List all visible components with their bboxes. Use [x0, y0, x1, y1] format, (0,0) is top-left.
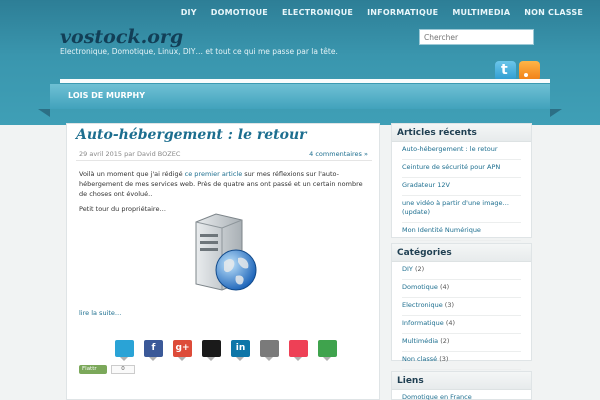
links-title: Liens [392, 372, 531, 390]
pocket-icon[interactable] [289, 340, 308, 361]
read-more-link[interactable]: lire la suite… [79, 309, 121, 317]
linkedin-icon[interactable]: in [231, 340, 250, 361]
category-link[interactable]: Electronique [402, 301, 443, 309]
category-count: (4) [439, 283, 450, 291]
category-link[interactable]: Multimédia [402, 337, 438, 345]
category-link[interactable]: Domotique [402, 283, 438, 291]
post-date-author: 29 avril 2015 par David BOZEC [79, 150, 181, 158]
nav-multimedia[interactable]: MULTIMEDIA [445, 7, 517, 19]
nav-non-classe[interactable]: NON CLASSE [517, 7, 590, 19]
delicious-icon[interactable] [202, 340, 221, 361]
category-count: (4) [445, 319, 456, 327]
recent-post-link[interactable]: Gradateur 12V [402, 178, 521, 196]
nav-electronique[interactable]: ELECTRONIQUE [275, 7, 360, 19]
categories-widget: Catégories DIY (2) Domotique (4) Electro… [391, 243, 532, 370]
recent-post-link[interactable]: Mon Identité Numérique [402, 223, 521, 241]
search-input[interactable] [419, 29, 534, 45]
site-title[interactable]: vostock.org [60, 26, 183, 48]
category-link[interactable]: DIY [402, 265, 413, 273]
category-count: (2) [440, 337, 450, 345]
post-meta: 29 avril 2015 par David BOZEC 4 commenta… [76, 149, 372, 161]
post: Auto-hébergement : le retour 29 avril 20… [66, 123, 380, 400]
nav-diy[interactable]: DIY [174, 7, 204, 19]
category-item[interactable]: Electronique (3) [402, 298, 521, 316]
comments-link[interactable]: 4 commentaires » [309, 150, 368, 158]
nav-divider [60, 79, 550, 83]
category-count: (3) [444, 301, 455, 309]
category-link[interactable]: Non classé [402, 355, 437, 363]
category-item[interactable]: Non classé (3) [402, 352, 521, 370]
category-item[interactable]: Domotique (4) [402, 280, 521, 298]
blogroll-link[interactable]: Domotique en France [402, 390, 521, 400]
share-icon[interactable] [318, 340, 337, 361]
category-item[interactable]: DIY (2) [402, 262, 521, 280]
categories-title: Catégories [392, 244, 531, 262]
post-title[interactable]: Auto-hébergement : le retour [76, 127, 307, 143]
top-nav: DIY DOMOTIQUE ELECTRONIQUE INFORMATIQUE … [174, 7, 590, 19]
category-count: (3) [439, 355, 449, 363]
site-description: Electronique, Domotique, Linux, DIY… et … [60, 47, 338, 56]
category-item[interactable]: Informatique (4) [402, 316, 521, 334]
menu-ribbon-fold-right [550, 109, 562, 117]
recent-post-link[interactable]: Auto-hébergement : le retour [402, 142, 521, 160]
category-link[interactable]: Informatique [402, 319, 444, 327]
post-intro: Voilà un moment que j'ai rédigé ce premi… [79, 169, 369, 199]
flattr-button[interactable]: Flattr [79, 365, 107, 374]
post-tour-text: Petit tour du propriétaire… [79, 205, 166, 213]
email-icon[interactable] [260, 340, 279, 361]
intro-text-before: Voilà un moment que j'ai rédigé [79, 170, 185, 178]
nav-domotique[interactable]: DOMOTIQUE [204, 7, 275, 19]
category-item[interactable]: Multimédia (2) [402, 334, 521, 352]
facebook-icon[interactable]: f [144, 340, 163, 361]
recent-posts-widget: Articles récents Auto-hébergement : le r… [391, 123, 532, 241]
rss-icon[interactable] [519, 61, 540, 81]
menu-bar: LOIS DE MURPHY [50, 84, 550, 109]
server-globe-image [195, 213, 257, 291]
twitter-icon[interactable] [115, 340, 134, 361]
google-plus-icon[interactable]: g+ [173, 340, 192, 361]
menu-ribbon-fold-left [38, 109, 50, 117]
nav-informatique[interactable]: INFORMATIQUE [360, 7, 445, 19]
flattr-count: 0 [111, 365, 135, 374]
recent-posts-title: Articles récents [392, 124, 531, 142]
twitter-icon[interactable] [495, 61, 516, 81]
first-article-link[interactable]: ce premier article [185, 170, 243, 178]
recent-post-link[interactable]: Ceinture de sécurité pour APN [402, 160, 521, 178]
share-buttons: f g+ in [115, 340, 337, 361]
menu-item-lois-de-murphy[interactable]: LOIS DE MURPHY [68, 91, 145, 100]
links-widget: Liens Domotique en France [391, 371, 532, 400]
social-links [495, 61, 540, 81]
recent-post-link[interactable]: une vidéo à partir d'une image… (update) [402, 196, 521, 223]
category-count: (2) [414, 265, 425, 273]
